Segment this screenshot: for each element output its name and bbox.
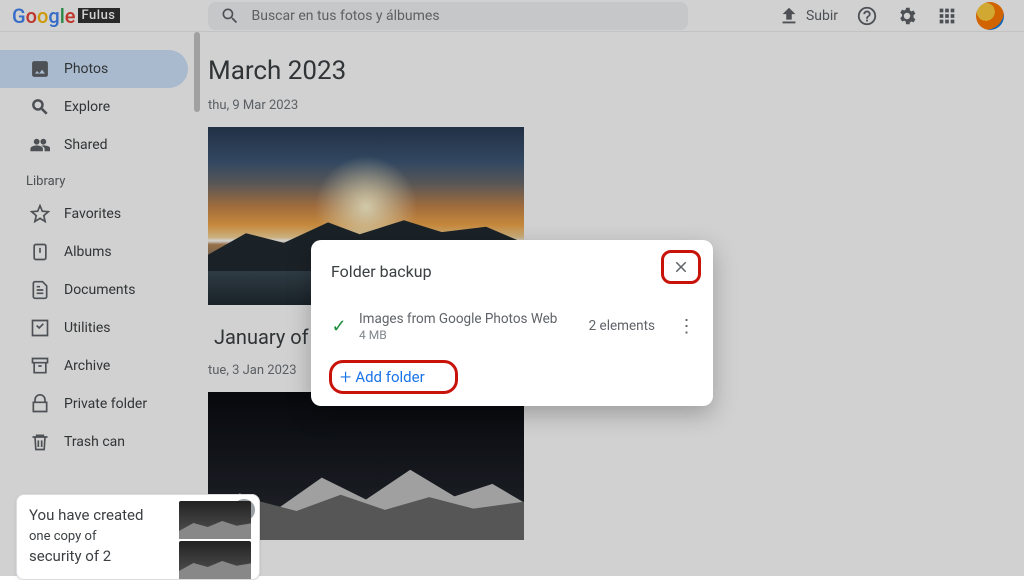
- toast-text: You have created one copy of security of…: [17, 495, 179, 579]
- add-folder-button[interactable]: + Add folder: [329, 360, 458, 394]
- toast-line: one copy of: [29, 529, 96, 544]
- more-vert-icon: ⋮: [678, 316, 695, 337]
- plus-icon: +: [340, 367, 351, 387]
- backup-toast: You have created one copy of security of…: [16, 494, 260, 580]
- toast-line: security of 2: [29, 547, 111, 565]
- folder-more-button[interactable]: ⋮: [677, 316, 695, 337]
- folder-size: 4 MB: [359, 328, 557, 342]
- add-folder-label: Add folder: [355, 368, 424, 386]
- check-icon: ✓: [329, 316, 349, 337]
- close-icon: [672, 258, 690, 276]
- toast-thumbnails: ✕: [179, 495, 259, 579]
- dialog-title: Folder backup: [329, 260, 522, 283]
- toast-thumb[interactable]: [179, 501, 251, 539]
- backup-folder-row: ✓ Images from Google Photos Web 4 MB 2 e…: [329, 311, 695, 342]
- toast-thumb[interactable]: [179, 541, 251, 579]
- folder-name: Images from Google Photos Web: [359, 311, 557, 328]
- folder-element-count: 2 elements: [589, 318, 655, 334]
- folder-backup-dialog: Folder backup ✓ Images from Google Photo…: [311, 240, 713, 406]
- toast-line: You have created: [29, 506, 143, 524]
- dialog-close-button[interactable]: [661, 250, 701, 284]
